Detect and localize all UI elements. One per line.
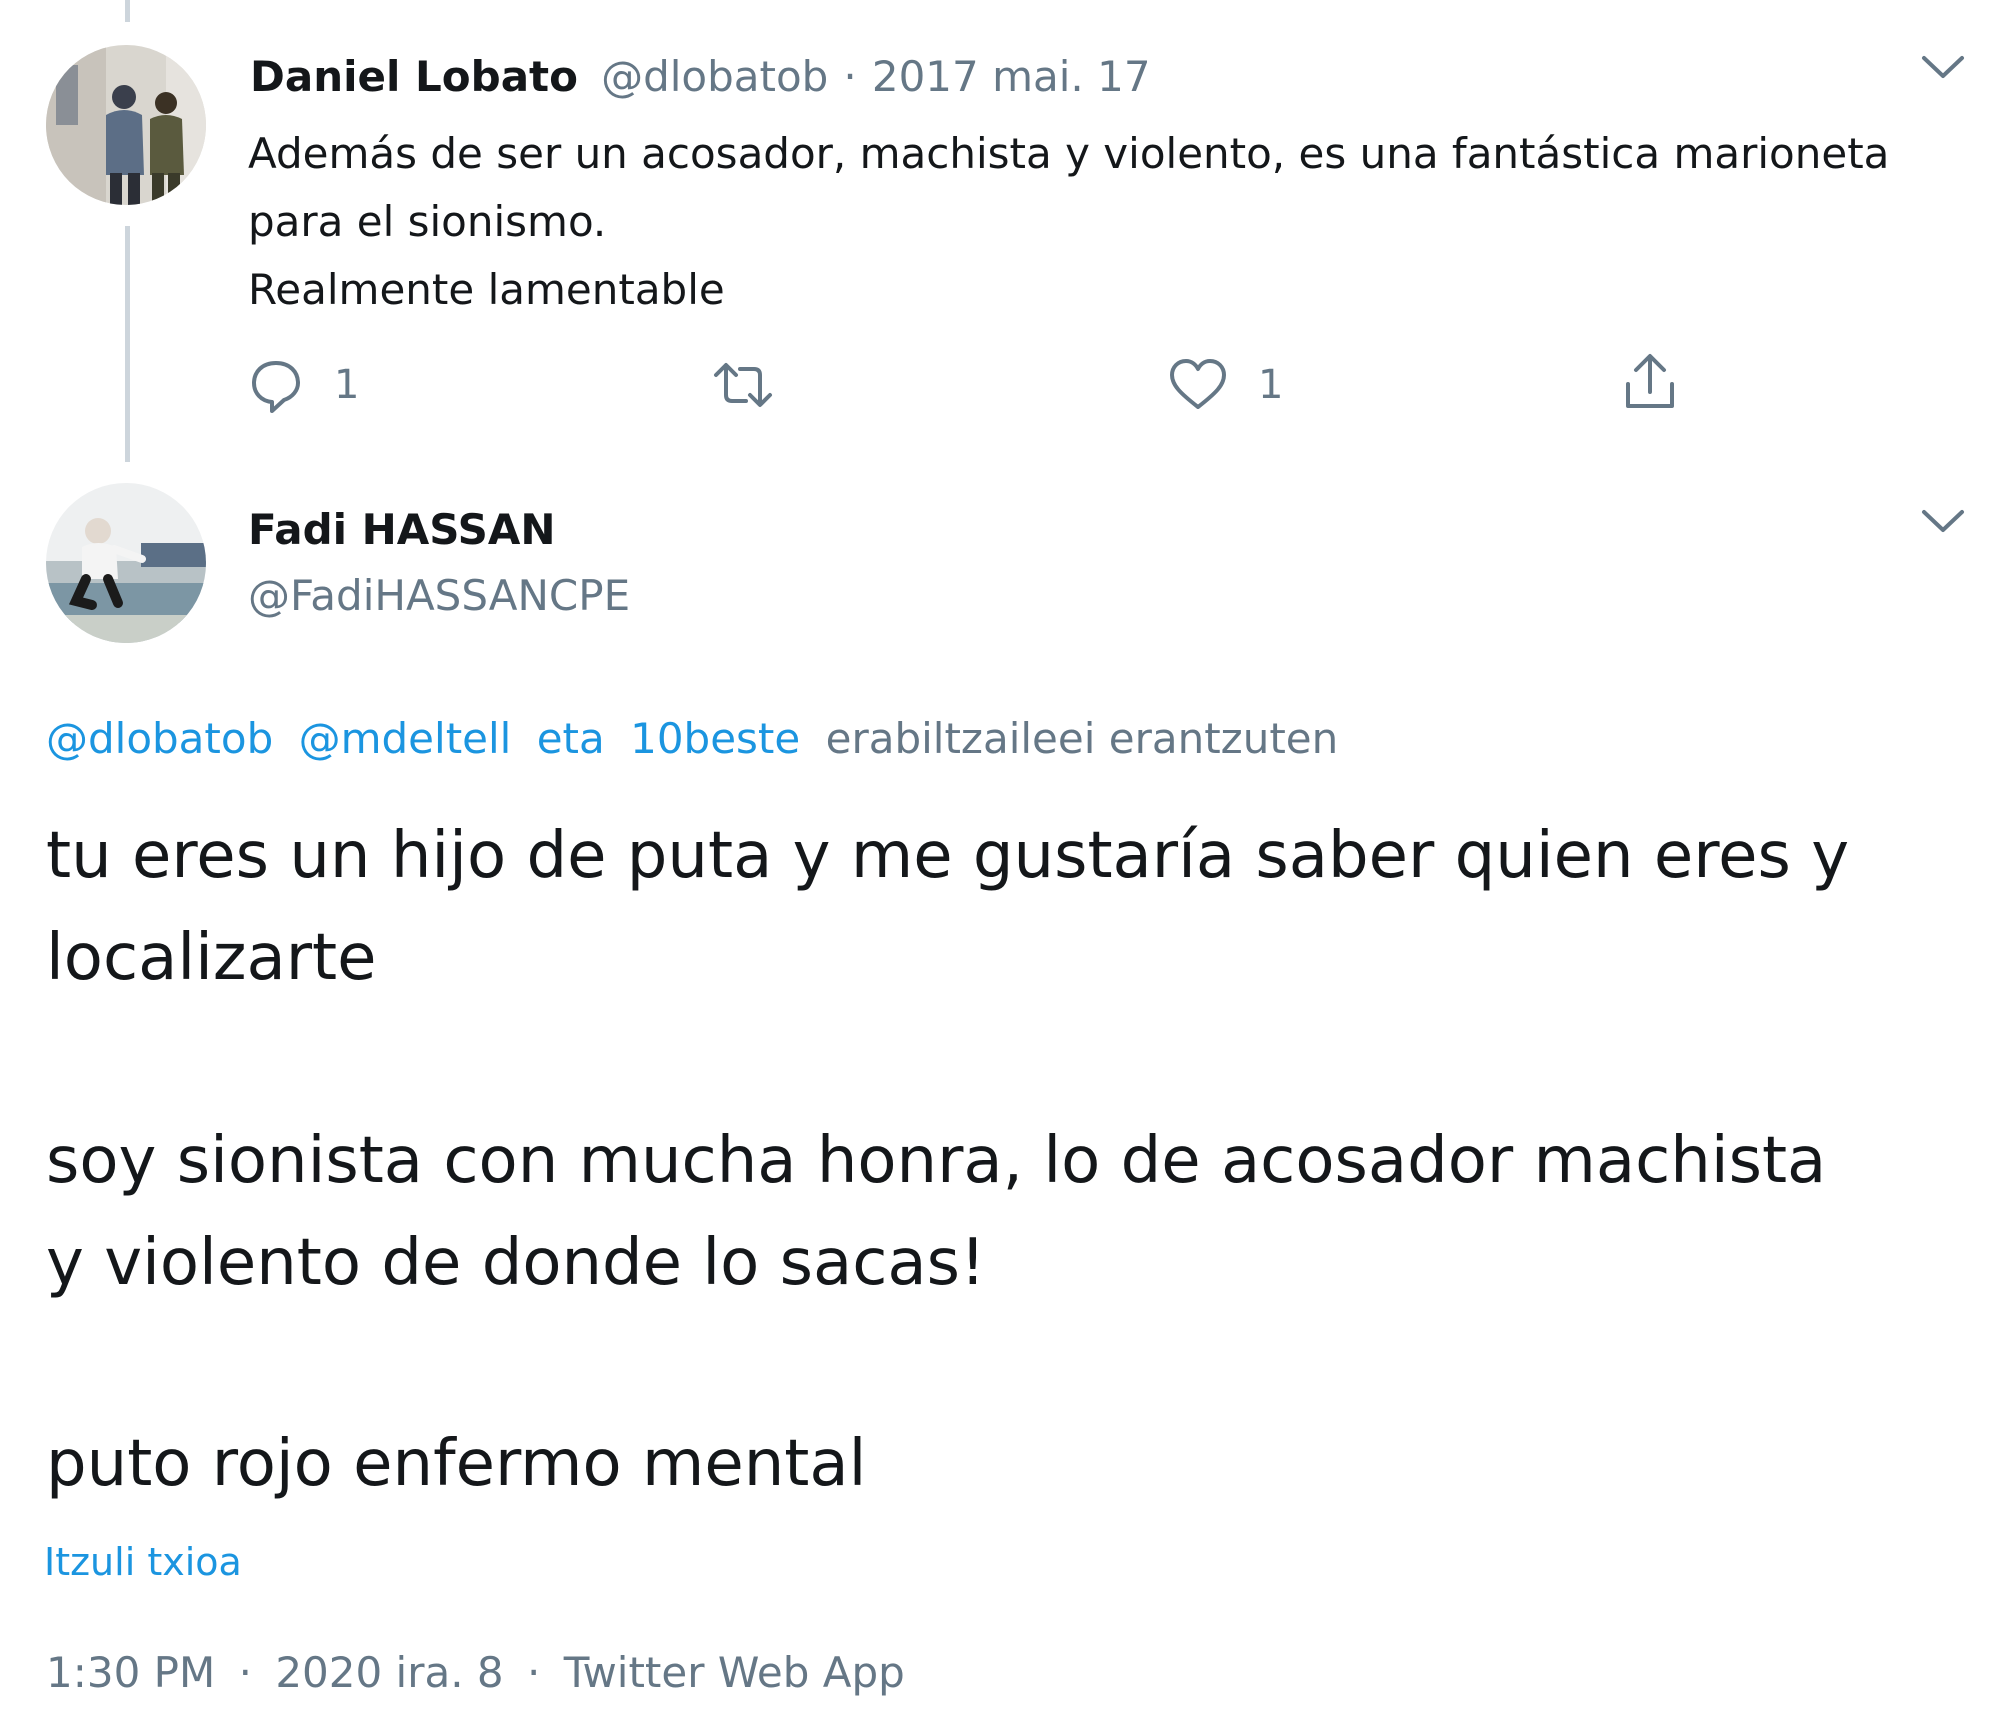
translate-tweet-link[interactable]: Itzuli txioa	[44, 1540, 242, 1584]
replying-to-suffix: erabiltzaileei erantzuten	[825, 714, 1339, 763]
meta-separator: ·	[527, 1648, 541, 1697]
thread-line-top	[125, 0, 130, 22]
like-button[interactable]: 1	[1168, 355, 1283, 415]
avatar-photo-icon	[46, 45, 206, 205]
reply-count: 1	[334, 362, 360, 408]
others-link[interactable]: 10beste	[630, 714, 800, 763]
mention-link[interactable]: @dlobatob	[46, 714, 273, 763]
avatar[interactable]	[46, 45, 206, 205]
tweet-text-line-3: Realmente lamentable	[248, 265, 725, 314]
user-handle[interactable]: @FadiHASSANCPE	[248, 571, 630, 620]
tweet-text-line-1: tu eres un hijo de puta y me gustaría sa…	[46, 819, 1850, 893]
chevron-down-icon[interactable]	[1918, 500, 1968, 540]
retweet-arrows-icon	[714, 363, 772, 407]
user-handle[interactable]: @dlobatob	[601, 52, 828, 101]
replying-to-line: @dlobatob @mdeltell eta 10beste erabiltz…	[46, 714, 1338, 763]
tweet-source[interactable]: Twitter Web App	[564, 1648, 905, 1697]
mention-link[interactable]: @mdeltell	[299, 714, 512, 763]
tweet-text-line-2: para el sionismo.	[248, 197, 607, 246]
like-count: 1	[1258, 362, 1284, 408]
meta-separator: ·	[238, 1648, 252, 1697]
display-name[interactable]: Fadi HASSAN	[248, 505, 556, 554]
tweet-text-line-4: y violento de donde lo sacas!	[46, 1226, 986, 1300]
tweet-date[interactable]: 2017 mai. 17	[872, 52, 1151, 101]
heart-icon	[1170, 359, 1226, 409]
tweet-text-line-3: soy sionista con mucha honra, lo de acos…	[46, 1124, 1827, 1198]
tweet-date[interactable]: 2020 ira. 8	[275, 1648, 503, 1697]
share-upload-icon	[1626, 354, 1674, 408]
mention-conjunction[interactable]: eta	[537, 714, 605, 763]
comment-bubble-icon	[252, 361, 300, 413]
avatar-photo-icon	[46, 483, 206, 643]
chevron-down-icon[interactable]	[1918, 46, 1968, 86]
meta-separator: ·	[843, 52, 857, 101]
tweet-header: Daniel Lobato @dlobatob · 2017 mai. 17	[250, 52, 1151, 101]
tweet-text-line-5: puto rojo enfermo mental	[46, 1427, 867, 1501]
tweet-text-line-2: localizarte	[46, 921, 377, 995]
display-name[interactable]: Daniel Lobato	[250, 52, 578, 101]
tweet-text-line-1: Además de ser un acosador, machista y vi…	[248, 129, 1890, 178]
share-button[interactable]	[1622, 352, 1678, 412]
retweet-button[interactable]	[712, 355, 804, 415]
avatar[interactable]	[46, 483, 206, 643]
thread-line-connector	[125, 226, 130, 462]
tweet-time[interactable]: 1:30 PM	[46, 1648, 215, 1697]
reply-button[interactable]: 1	[248, 355, 359, 415]
tweet-timestamp: 1:30 PM · 2020 ira. 8 · Twitter Web App	[46, 1648, 905, 1697]
